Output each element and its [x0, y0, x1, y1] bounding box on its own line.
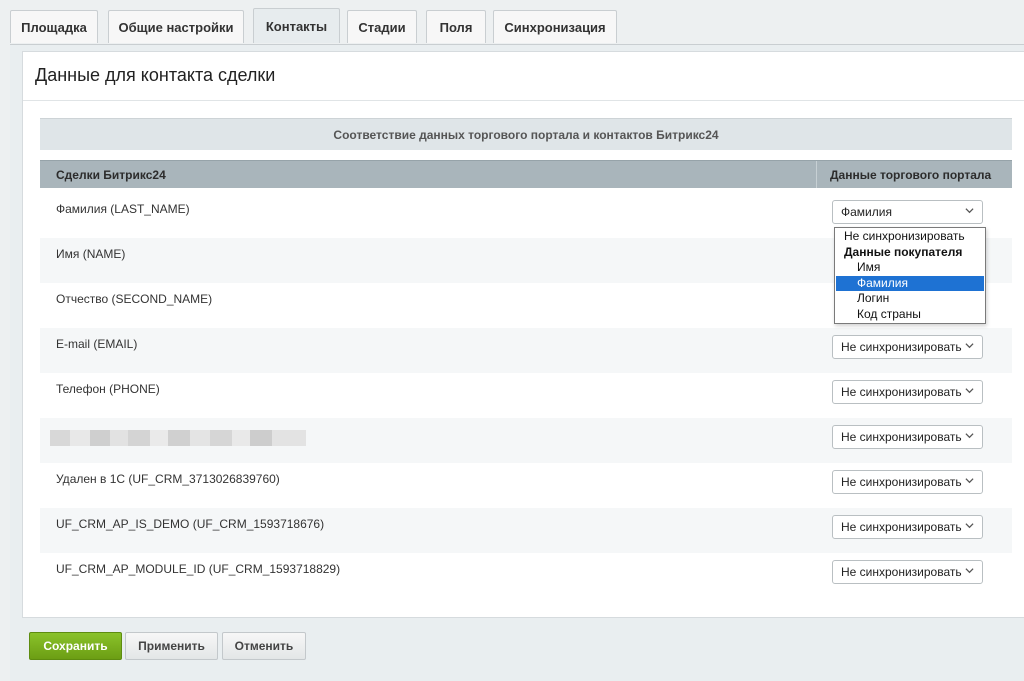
select-dropdown-list: Не синхронизировать Данные покупателя Им…	[834, 227, 986, 324]
select-value: Не синхронизировать	[841, 385, 962, 399]
tab-fields[interactable]: Поля	[426, 10, 486, 43]
dropdown-option[interactable]: Код страны	[836, 307, 984, 322]
dropdown-group-label: Данные покупателя	[844, 245, 963, 259]
dropdown-option[interactable]: Логин	[836, 291, 984, 306]
field-select[interactable]: Фамилия	[832, 200, 983, 224]
field-label: Фамилия (LAST_NAME)	[56, 202, 190, 216]
tab-sync[interactable]: Синхронизация	[493, 10, 617, 43]
select-value: Фамилия	[841, 205, 892, 219]
field-select[interactable]: Не синхронизировать	[832, 515, 983, 539]
mapping-table: Соответствие данных торгового портала и …	[10, 44, 1024, 624]
select-value: Не синхронизировать	[841, 520, 962, 534]
col-divider	[816, 161, 817, 188]
field-select[interactable]: Не синхронизировать	[832, 335, 983, 359]
chevron-down-icon	[965, 523, 974, 529]
table-row: Не синхронизировать	[40, 418, 1012, 463]
field-select[interactable]: Не синхронизировать	[832, 380, 983, 404]
dropdown-option[interactable]: Не синхронизировать	[836, 229, 984, 244]
chevron-down-icon	[965, 388, 974, 394]
cancel-button[interactable]: Отменить	[222, 632, 306, 660]
field-label: Удален в 1С (UF_CRM_3713026839760)	[56, 472, 280, 486]
section-header: Соответствие данных торгового портала и …	[40, 118, 1012, 150]
select-value: Не синхронизировать	[841, 340, 962, 354]
field-label: E-mail (EMAIL)	[56, 337, 138, 351]
table-row: UF_CRM_AP_IS_DEMO (UF_CRM_1593718676) Не…	[40, 508, 1012, 553]
table-row: E-mail (EMAIL) Не синхронизировать	[40, 328, 1012, 373]
field-label: Отчество (SECOND_NAME)	[56, 292, 213, 306]
field-select[interactable]: Не синхронизировать	[832, 470, 983, 494]
save-button[interactable]: Сохранить	[29, 632, 122, 660]
col-header-deals: Сделки Битрикс24	[56, 168, 166, 182]
tab-stages[interactable]: Стадии	[347, 10, 417, 43]
col-header-portal-data: Данные торгового портала	[830, 168, 992, 182]
redacted-label	[50, 430, 306, 446]
table-row: UF_CRM_AP_MODULE_ID (UF_CRM_1593718829) …	[40, 553, 1012, 598]
select-value: Не синхронизировать	[841, 475, 962, 489]
field-select[interactable]: Не синхронизировать	[832, 560, 983, 584]
apply-button[interactable]: Применить	[125, 632, 218, 660]
field-select[interactable]: Не синхронизировать	[832, 425, 983, 449]
chevron-down-icon	[965, 433, 974, 439]
chevron-down-icon	[965, 478, 974, 484]
select-value: Не синхронизировать	[841, 430, 962, 444]
dropdown-option-selected[interactable]: Фамилия	[836, 276, 984, 291]
field-label: UF_CRM_AP_IS_DEMO (UF_CRM_1593718676)	[56, 517, 325, 531]
field-label: Имя (NAME)	[56, 247, 126, 261]
table-row: Телефон (PHONE) Не синхронизировать	[40, 373, 1012, 418]
chevron-down-icon	[965, 568, 974, 574]
table-row: Удален в 1С (UF_CRM_3713026839760) Не си…	[40, 463, 1012, 508]
chevron-down-icon	[965, 343, 974, 349]
dropdown-option[interactable]: Имя	[836, 260, 984, 275]
select-value: Не синхронизировать	[841, 565, 962, 579]
field-label: Телефон (PHONE)	[56, 382, 160, 396]
field-label: UF_CRM_AP_MODULE_ID (UF_CRM_1593718829)	[56, 562, 341, 576]
chevron-down-icon	[965, 208, 974, 214]
column-header-row: Сделки Битрикс24 Данные торгового портал…	[40, 160, 1012, 188]
tab-general-settings[interactable]: Общие настройки	[108, 10, 244, 43]
tab-ploshchadka[interactable]: Площадка	[10, 10, 98, 43]
tab-contacts[interactable]: Контакты	[253, 8, 340, 43]
